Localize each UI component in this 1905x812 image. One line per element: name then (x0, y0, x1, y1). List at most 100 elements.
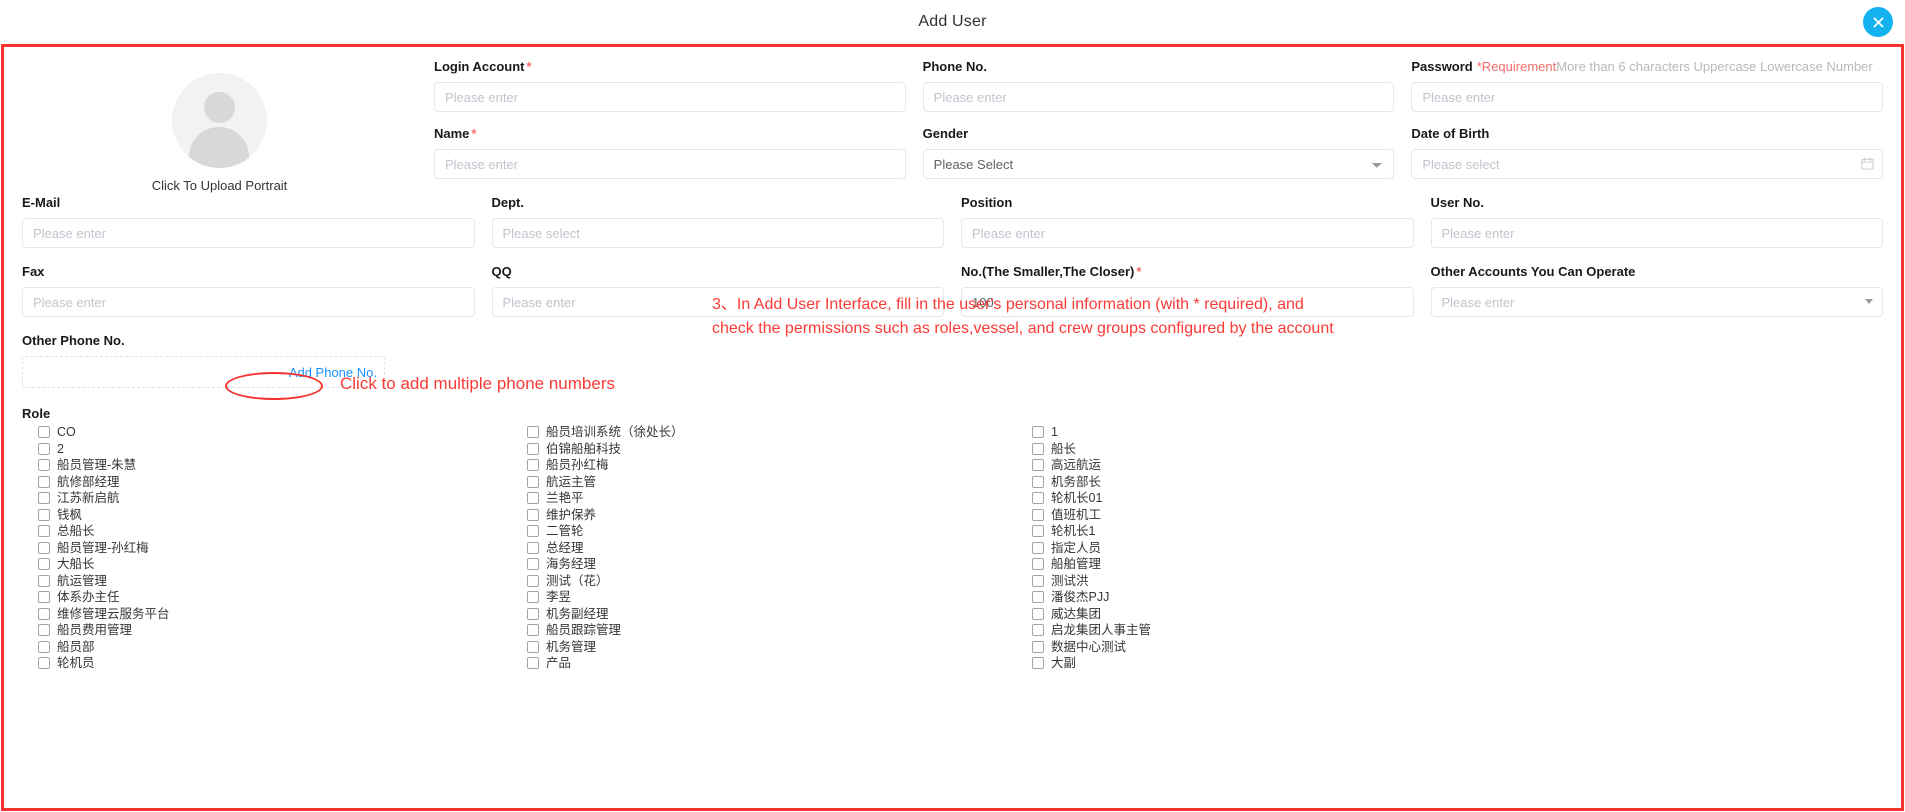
role-checkbox-row[interactable]: 大副 (1032, 655, 1883, 672)
role-checkbox-row[interactable]: 潘俊杰PJJ (1032, 589, 1883, 606)
role-checkbox-row[interactable]: 航运主管 (527, 474, 1032, 491)
checkbox-icon[interactable] (1032, 558, 1044, 571)
checkbox-icon[interactable] (1032, 640, 1044, 653)
checkbox-icon[interactable] (527, 426, 539, 439)
checkbox-icon[interactable] (527, 459, 539, 472)
checkbox-icon[interactable] (527, 558, 539, 571)
password-input[interactable] (1411, 82, 1883, 112)
checkbox-icon[interactable] (1032, 442, 1044, 455)
name-input[interactable] (434, 149, 906, 179)
role-checkbox-row[interactable]: 轮机长1 (1032, 523, 1883, 540)
role-checkbox-row[interactable]: 轮机长01 (1032, 490, 1883, 507)
role-checkbox-row[interactable]: 航修部经理 (38, 474, 527, 491)
role-checkbox-row[interactable]: 船员管理-孙红梅 (38, 540, 527, 557)
checkbox-icon[interactable] (527, 591, 539, 604)
checkbox-icon[interactable] (527, 442, 539, 455)
checkbox-icon[interactable] (1032, 574, 1044, 587)
checkbox-icon[interactable] (38, 442, 50, 455)
role-checkbox-row[interactable]: 船长 (1032, 441, 1883, 458)
role-checkbox-row[interactable]: CO (38, 424, 527, 441)
user-no-input[interactable] (1430, 218, 1883, 248)
checkbox-icon[interactable] (527, 508, 539, 521)
avatar-upload[interactable]: Click To Upload Portrait (22, 59, 417, 193)
checkbox-icon[interactable] (38, 591, 50, 604)
role-checkbox-row[interactable]: 测试洪 (1032, 573, 1883, 590)
login-account-input[interactable] (434, 82, 906, 112)
fax-input[interactable] (22, 287, 475, 317)
gender-select[interactable]: Please Select (922, 149, 1395, 179)
checkbox-icon[interactable] (38, 508, 50, 521)
role-checkbox-row[interactable]: 二管轮 (527, 523, 1032, 540)
checkbox-icon[interactable] (38, 607, 50, 620)
role-checkbox-row[interactable]: 船员跟踪管理 (527, 622, 1032, 639)
checkbox-icon[interactable] (38, 624, 50, 637)
checkbox-icon[interactable] (527, 475, 539, 488)
checkbox-icon[interactable] (1032, 624, 1044, 637)
role-checkbox-row[interactable]: 船舶管理 (1032, 556, 1883, 573)
role-checkbox-row[interactable]: 钱枫 (38, 507, 527, 524)
role-checkbox-row[interactable]: 江苏新启航 (38, 490, 527, 507)
checkbox-icon[interactable] (38, 475, 50, 488)
checkbox-icon[interactable] (1032, 475, 1044, 488)
role-checkbox-row[interactable]: 船员管理-朱慧 (38, 457, 527, 474)
role-checkbox-row[interactable]: 维修管理云服务平台 (38, 606, 527, 623)
role-checkbox-row[interactable]: 伯锦船舶科技 (527, 441, 1032, 458)
role-checkbox-row[interactable]: 总经理 (527, 540, 1032, 557)
close-button[interactable] (1863, 7, 1893, 37)
role-checkbox-row[interactable]: 总船长 (38, 523, 527, 540)
phone-no-input[interactable] (922, 82, 1395, 112)
role-checkbox-row[interactable]: 1 (1032, 424, 1883, 441)
role-checkbox-row[interactable]: 李昱 (527, 589, 1032, 606)
checkbox-icon[interactable] (38, 640, 50, 653)
role-checkbox-row[interactable]: 维护保养 (527, 507, 1032, 524)
role-checkbox-row[interactable]: 高远航运 (1032, 457, 1883, 474)
role-checkbox-row[interactable]: 船员孙红梅 (527, 457, 1032, 474)
checkbox-icon[interactable] (1032, 541, 1044, 554)
role-checkbox-row[interactable]: 航运管理 (38, 573, 527, 590)
checkbox-icon[interactable] (527, 607, 539, 620)
checkbox-icon[interactable] (1032, 607, 1044, 620)
role-checkbox-row[interactable]: 值班机工 (1032, 507, 1883, 524)
checkbox-icon[interactable] (527, 640, 539, 653)
checkbox-icon[interactable] (1032, 426, 1044, 439)
role-checkbox-row[interactable]: 产品 (527, 655, 1032, 672)
checkbox-icon[interactable] (38, 459, 50, 472)
role-checkbox-row[interactable]: 机务副经理 (527, 606, 1032, 623)
role-checkbox-row[interactable]: 船员费用管理 (38, 622, 527, 639)
checkbox-icon[interactable] (527, 574, 539, 587)
role-checkbox-row[interactable]: 启龙集团人事主管 (1032, 622, 1883, 639)
checkbox-icon[interactable] (38, 492, 50, 505)
checkbox-icon[interactable] (38, 525, 50, 538)
checkbox-icon[interactable] (1032, 508, 1044, 521)
date-of-birth-input[interactable] (1411, 149, 1883, 179)
role-checkbox-row[interactable]: 船员培训系统（徐处长） (527, 424, 1032, 441)
email-input[interactable] (22, 218, 475, 248)
role-checkbox-row[interactable]: 大船长 (38, 556, 527, 573)
checkbox-icon[interactable] (1032, 459, 1044, 472)
role-checkbox-row[interactable]: 数据中心测试 (1032, 639, 1883, 656)
checkbox-icon[interactable] (38, 541, 50, 554)
role-checkbox-row[interactable]: 威达集团 (1032, 606, 1883, 623)
checkbox-icon[interactable] (38, 574, 50, 587)
checkbox-icon[interactable] (527, 624, 539, 637)
checkbox-icon[interactable] (527, 525, 539, 538)
role-checkbox-row[interactable]: 轮机员 (38, 655, 527, 672)
role-checkbox-row[interactable]: 体系办主任 (38, 589, 527, 606)
checkbox-icon[interactable] (527, 492, 539, 505)
role-checkbox-row[interactable]: 测试（花） (527, 573, 1032, 590)
role-checkbox-row[interactable]: 海务经理 (527, 556, 1032, 573)
checkbox-icon[interactable] (1032, 492, 1044, 505)
checkbox-icon[interactable] (38, 558, 50, 571)
role-checkbox-row[interactable]: 机务部长 (1032, 474, 1883, 491)
role-checkbox-row[interactable]: 2 (38, 441, 527, 458)
position-input[interactable] (961, 218, 1414, 248)
role-checkbox-row[interactable]: 机务管理 (527, 639, 1032, 656)
checkbox-icon[interactable] (1032, 525, 1044, 538)
checkbox-icon[interactable] (527, 541, 539, 554)
checkbox-icon[interactable] (1032, 591, 1044, 604)
avatar[interactable] (172, 73, 267, 168)
role-checkbox-row[interactable]: 指定人员 (1032, 540, 1883, 557)
dept-input[interactable] (491, 218, 944, 248)
checkbox-icon[interactable] (38, 426, 50, 439)
checkbox-icon[interactable] (38, 657, 50, 670)
